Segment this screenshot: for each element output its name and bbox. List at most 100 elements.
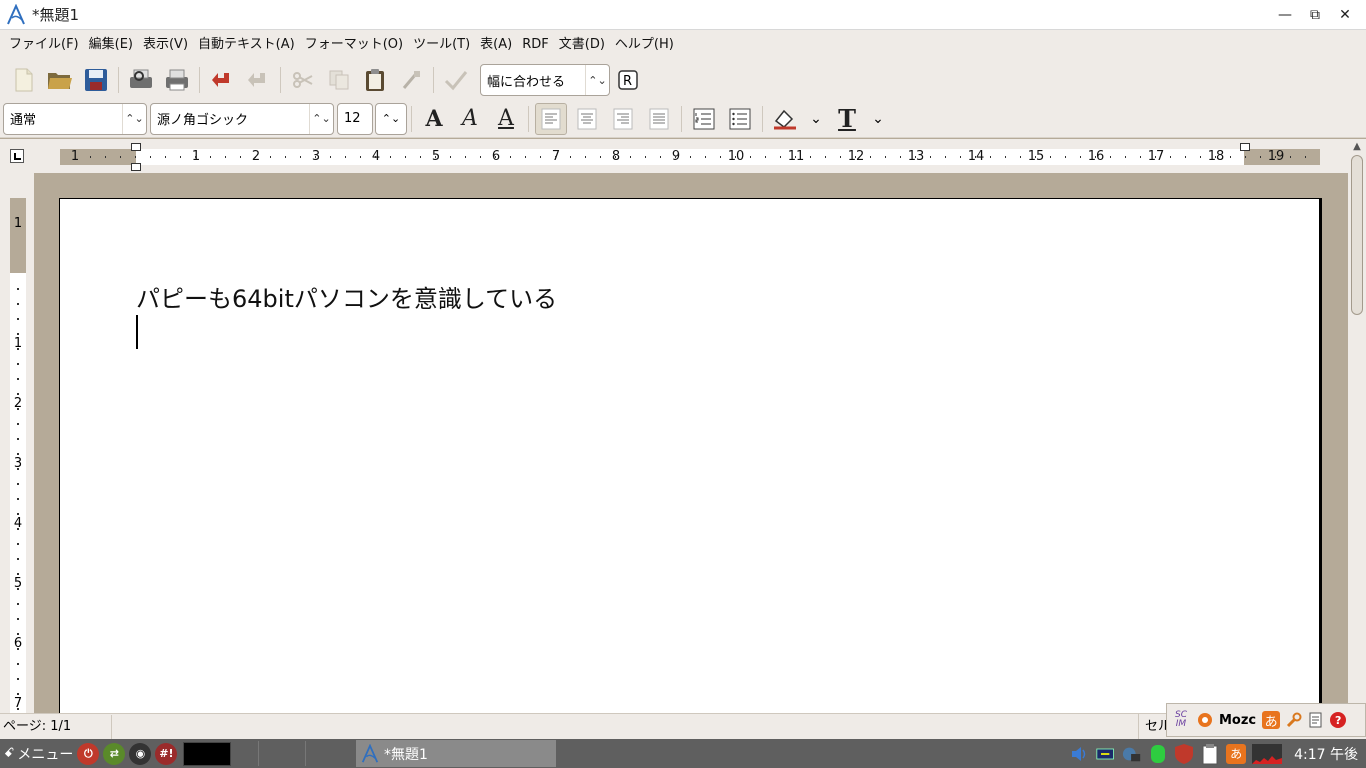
scrollbar-thumb[interactable] xyxy=(1351,155,1363,315)
save-icon[interactable] xyxy=(81,65,111,95)
numbered-list-button[interactable] xyxy=(688,103,720,135)
ruler-tick xyxy=(240,156,241,158)
tab-stop-selector[interactable] xyxy=(10,149,24,163)
properties-icon[interactable] xyxy=(1308,712,1324,728)
menu-file[interactable]: ファイル(F) xyxy=(4,33,84,57)
ruler-tick xyxy=(300,156,301,158)
print-icon[interactable] xyxy=(162,65,192,95)
highlight-button[interactable] xyxy=(769,103,801,135)
maximize-button[interactable]: ⧉ xyxy=(1304,4,1326,26)
spellcheck-icon[interactable] xyxy=(441,65,471,95)
paste-icon[interactable] xyxy=(360,65,390,95)
scim-logo-icon[interactable]: SC IM xyxy=(1171,711,1191,729)
size-value: 12 xyxy=(344,111,361,126)
firewall-icon[interactable] xyxy=(1174,743,1194,764)
toolbar-separator xyxy=(433,67,434,93)
taskbar-separator xyxy=(305,741,306,766)
left-indent-marker[interactable] xyxy=(131,163,141,171)
input-mode-icon[interactable]: あ xyxy=(1262,711,1281,730)
volume-icon[interactable] xyxy=(1070,744,1090,764)
font-size-stepper[interactable]: ⌃⌄ xyxy=(375,102,407,135)
ruler-tick xyxy=(495,156,496,158)
new-document-icon[interactable] xyxy=(9,65,39,95)
align-justify-button[interactable] xyxy=(643,103,675,135)
menu-view[interactable]: 表示(V) xyxy=(138,33,193,57)
text-color-dropdown[interactable]: ⌄ xyxy=(867,103,889,135)
network-icon[interactable]: ⇄ xyxy=(103,742,126,765)
menu-tools[interactable]: ツール(T) xyxy=(408,33,475,57)
document-text-line[interactable]: パピーも64bitパソコンを意識している xyxy=(136,279,557,314)
document-canvas[interactable]: パピーも64bitパソコンを意識している xyxy=(34,173,1348,713)
terminal-icon[interactable]: #! xyxy=(155,742,178,765)
font-size-field[interactable]: 12 xyxy=(337,102,373,135)
input-engine-label[interactable]: Mozc xyxy=(1219,713,1256,728)
font-family-select[interactable]: 源ノ角ゴシック ⌃⌄ xyxy=(150,102,334,135)
ruler-tick xyxy=(17,378,19,380)
first-line-indent-marker[interactable] xyxy=(131,143,141,151)
redo-icon[interactable] xyxy=(243,65,273,95)
vertical-scrollbar[interactable]: ▲ xyxy=(1348,139,1366,713)
storage-icon[interactable] xyxy=(1148,744,1168,764)
ruler-tick xyxy=(585,156,586,158)
format-painter-icon[interactable] xyxy=(396,65,426,95)
ruler-tick xyxy=(180,156,181,158)
pager-box[interactable] xyxy=(183,741,232,766)
chevron-down-icon: ⌄ xyxy=(810,110,822,127)
wrench-icon[interactable] xyxy=(1286,712,1302,728)
network-status-icon[interactable] xyxy=(1122,744,1142,764)
print-preview-icon[interactable] xyxy=(126,65,156,95)
clipboard-icon[interactable] xyxy=(1200,743,1220,764)
zoom-value: 幅に合わせる xyxy=(487,74,566,90)
ruler-tick xyxy=(17,348,19,350)
ruler-tick xyxy=(17,468,19,470)
taskbar-window-button[interactable]: *無題1 xyxy=(356,740,556,767)
vertical-ruler[interactable]: 1 1 2 3 4 5 6 7 xyxy=(10,198,26,718)
battery-icon[interactable] xyxy=(1096,744,1116,764)
horizontal-ruler[interactable]: 1 1 2 3 4 5 6 7 8 9 10 11 12 13 14 15 16… xyxy=(60,143,1320,171)
scroll-up-icon[interactable]: ▲ xyxy=(1351,141,1363,153)
help-icon[interactable]: ? xyxy=(1330,712,1347,728)
copy-icon[interactable] xyxy=(324,65,354,95)
italic-button[interactable]: A xyxy=(454,103,486,135)
close-button[interactable]: ✕ xyxy=(1334,4,1356,26)
cut-icon[interactable] xyxy=(288,65,318,95)
system-tray: あ 4:17 午後 xyxy=(1070,739,1366,768)
ime-status-icon[interactable]: あ xyxy=(1226,743,1247,764)
minimize-button[interactable]: — xyxy=(1274,4,1296,26)
ruler-number: 4 xyxy=(371,149,381,164)
power-icon[interactable]: ⏻ xyxy=(77,742,100,765)
align-right-button[interactable] xyxy=(607,103,639,135)
rdf-icon[interactable]: R xyxy=(613,65,643,95)
highlight-dropdown[interactable]: ⌄ xyxy=(805,103,827,135)
zoom-select[interactable]: 幅に合わせる ⌃⌄ xyxy=(480,64,610,96)
ruler-tick xyxy=(720,156,721,158)
menu-document[interactable]: 文書(D) xyxy=(554,33,610,57)
menu-edit[interactable]: 編集(E) xyxy=(84,33,138,57)
ruler-tick xyxy=(17,648,19,650)
menu-rdf[interactable]: RDF xyxy=(517,33,554,57)
ruler-tick xyxy=(17,408,19,410)
open-folder-icon[interactable] xyxy=(45,65,75,95)
bold-button[interactable]: A xyxy=(418,103,450,135)
text-color-button[interactable]: T xyxy=(831,103,863,135)
paragraph-style-select[interactable]: 通常 ⌃⌄ xyxy=(3,102,147,135)
document-page[interactable]: パピーも64bitパソコンを意識している xyxy=(59,198,1322,713)
menu-help[interactable]: ヘルプ(H) xyxy=(610,33,679,57)
ruler-number: 8 xyxy=(611,149,621,164)
start-menu-button[interactable]: ꗃ メニュー xyxy=(0,739,73,768)
undo-icon[interactable] xyxy=(207,65,237,95)
ruler-tick xyxy=(1125,156,1126,158)
underline-button[interactable]: A xyxy=(490,103,522,135)
right-indent-marker[interactable] xyxy=(1240,143,1250,151)
align-left-button[interactable] xyxy=(535,102,567,135)
ruler-tick xyxy=(1065,156,1066,158)
menu-format[interactable]: フォーマット(O) xyxy=(300,33,408,57)
mozc-logo-icon[interactable] xyxy=(1197,712,1213,728)
menu-autotext[interactable]: 自動テキスト(A) xyxy=(193,33,300,57)
ruler-tick xyxy=(17,693,19,695)
bullet-list-button[interactable] xyxy=(724,103,756,135)
ruler-tick xyxy=(195,156,196,158)
menu-table[interactable]: 表(A) xyxy=(475,33,517,57)
align-center-button[interactable] xyxy=(571,103,603,135)
screenshot-icon[interactable]: ◉ xyxy=(129,742,152,765)
